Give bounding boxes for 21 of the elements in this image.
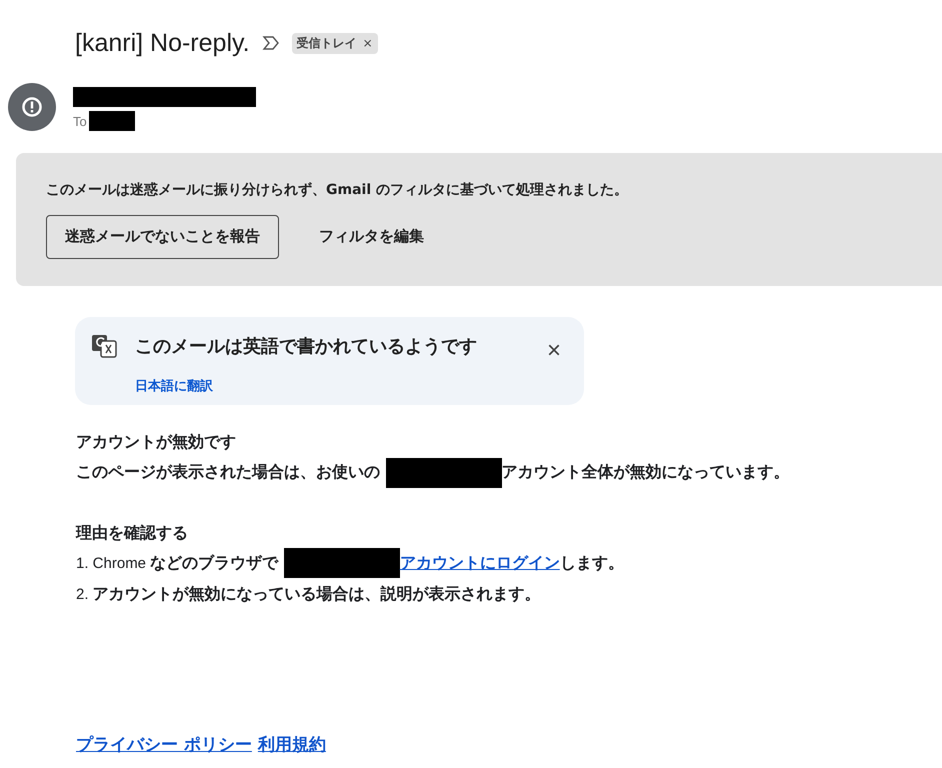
edit-filter-button[interactable]: フィルタを編集 xyxy=(301,214,442,258)
notice-text: このメールは迷惑メールに振り分けられず、Gmail のフィルタに基づいて処理されました。 xyxy=(46,180,629,198)
body-text: このページが表示された場合は、お使いの アカウント全体が無効になっています。 xyxy=(76,457,942,488)
recipient-label: To xyxy=(73,114,87,128)
report-not-spam-button[interactable]: 迷惑メールでないことを報告 xyxy=(46,214,279,258)
login-link[interactable]: アカウントにログイン xyxy=(400,552,560,572)
body-heading: 理由を確認する xyxy=(76,522,189,544)
translate-link[interactable]: 日本語に翻訳 xyxy=(135,376,213,405)
translate-message: このメールは英語で書かれているようです xyxy=(135,335,478,359)
avatar xyxy=(8,83,56,131)
body-text: 1. Chrome などのブラウザで アカウントにログイン します。 xyxy=(76,548,942,579)
remove-label-button[interactable]: × xyxy=(362,36,373,50)
label-text: 受信トレイ xyxy=(296,34,357,52)
close-button[interactable]: × xyxy=(534,334,574,368)
privacy-policy-link[interactable]: プライバシー ポリシー xyxy=(76,732,252,756)
body-text: 2. アカウントが無効になっている場合は、説明が表示されます。 xyxy=(76,582,542,605)
terms-link[interactable]: 利用規約 xyxy=(258,732,326,756)
body-heading: アカウントが無効です xyxy=(76,431,237,453)
email-subject: [kanri] No-reply. xyxy=(75,28,250,58)
importance-marker-icon[interactable] xyxy=(262,35,280,51)
translate-icon xyxy=(91,334,117,358)
